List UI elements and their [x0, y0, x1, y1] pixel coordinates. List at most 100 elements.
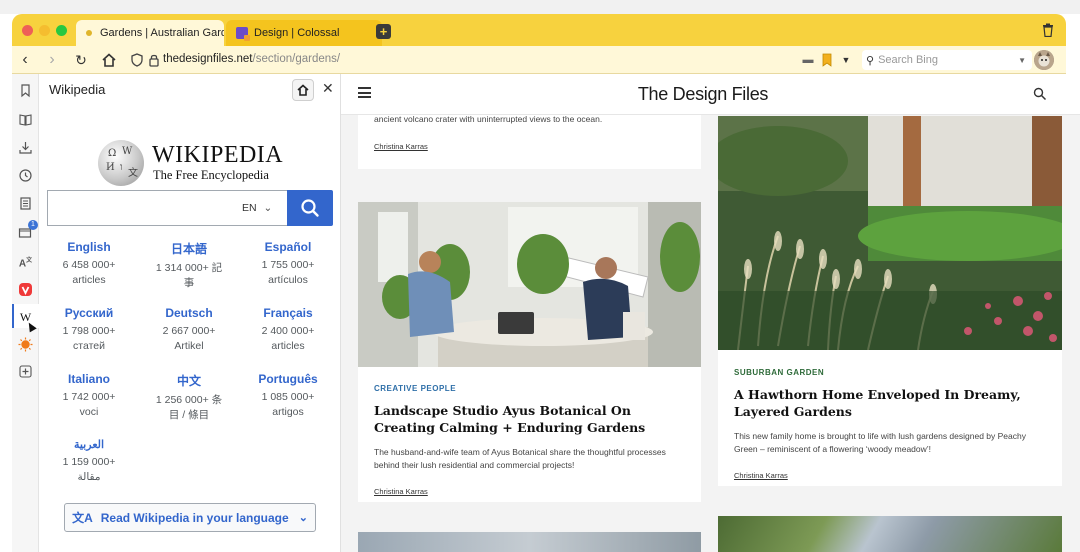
- tab-design-colossal[interactable]: Design | Colossal: [226, 20, 382, 46]
- reader-view-icon[interactable]: ▬: [799, 51, 817, 69]
- article-card[interactable]: [718, 516, 1062, 552]
- lang-chinese[interactable]: 中文 1 256 000+ 条目 / 條目: [141, 372, 237, 423]
- article-card[interactable]: SUBURBAN GARDEN A Hawthorn Home Envelope…: [718, 116, 1062, 486]
- lang-english[interactable]: English 6 458 000+ articles: [41, 240, 137, 288]
- lang-count: 1 742 000+ voci: [62, 391, 116, 418]
- lang-count: 1 159 000+ مقالة: [62, 456, 116, 483]
- lang-spanish[interactable]: Español 1 755 000+ artículos: [240, 240, 336, 288]
- site-header: The Design Files: [341, 74, 1080, 115]
- lang-japanese[interactable]: 日本語 1 314 000+ 記事: [141, 240, 237, 291]
- lang-french[interactable]: Français 2 400 000+ articles: [240, 306, 336, 354]
- tab-gardens[interactable]: Gardens | Australian Garde: [76, 20, 224, 46]
- article-card[interactable]: [358, 532, 701, 552]
- wikipedia-search-button[interactable]: [287, 190, 333, 226]
- minimize-window-button[interactable]: [39, 25, 50, 36]
- studio-photo[interactable]: [358, 202, 701, 367]
- tab-title: Gardens | Australian Garde: [100, 27, 224, 39]
- lang-russian[interactable]: Русский 1 798 000+ статей: [41, 306, 137, 354]
- back-icon[interactable]: ‹: [16, 51, 34, 69]
- lang-name[interactable]: English: [41, 240, 137, 254]
- search-engine-icon: ⚲: [866, 54, 875, 67]
- search-icon: [301, 199, 319, 217]
- reload-icon[interactable]: ↻: [72, 51, 90, 69]
- lang-german[interactable]: Deutsch 2 667 000+ Artikel: [141, 306, 237, 354]
- lang-portuguese[interactable]: Português 1 085 000+ artigos: [240, 372, 336, 420]
- lang-count: 1 755 000+ artículos: [261, 259, 315, 286]
- chevron-down-icon[interactable]: ▼: [837, 51, 855, 69]
- panel-home-button[interactable]: [292, 79, 314, 101]
- lang-count: 2 667 000+ Artikel: [162, 325, 216, 352]
- close-panel-icon[interactable]: ✕: [322, 80, 334, 97]
- article-card[interactable]: CREATIVE PEOPLE Landscape Studio Ayus Bo…: [358, 202, 701, 502]
- card-headline[interactable]: Landscape Studio Ayus Botanical On Creat…: [374, 402, 689, 436]
- lang-name[interactable]: Español: [240, 240, 336, 254]
- web-content: The Design Files ancient volcano crater …: [341, 74, 1080, 552]
- tab-title: Design | Colossal: [254, 27, 340, 39]
- lang-name[interactable]: العربية: [41, 438, 137, 451]
- read-in-your-language-button[interactable]: 文A Read Wikipedia in your language ⌄: [64, 503, 316, 532]
- lang-name[interactable]: 日本語: [141, 240, 237, 257]
- translate-icon[interactable]: A文: [18, 254, 33, 269]
- close-window-button[interactable]: [22, 25, 33, 36]
- lang-name[interactable]: Português: [240, 372, 336, 386]
- card-headline[interactable]: A Hawthorn Home Enveloped In Dreamy, Lay…: [734, 386, 1044, 420]
- history-icon[interactable]: [18, 168, 33, 183]
- cat-avatar-icon: [1034, 50, 1054, 70]
- wikipedia-search: EN ⌄: [47, 190, 333, 226]
- trash-icon[interactable]: [1042, 23, 1054, 37]
- lang-name[interactable]: Italiano: [41, 372, 137, 386]
- lang-name[interactable]: 中文: [141, 372, 237, 389]
- search-icon[interactable]: [1033, 87, 1047, 101]
- lang-name[interactable]: Deutsch: [141, 306, 237, 320]
- read-button-label: Read Wikipedia in your language: [100, 510, 289, 525]
- card-excerpt: This new family home is brought to life …: [734, 431, 1026, 454]
- card-author-link[interactable]: Christina Karras: [374, 142, 428, 151]
- avatar[interactable]: [1034, 50, 1054, 70]
- panel-header: Wikipedia ✕: [39, 74, 341, 106]
- notes-icon[interactable]: [18, 196, 33, 211]
- lang-name[interactable]: Français: [240, 306, 336, 320]
- sun-icon[interactable]: [18, 337, 33, 352]
- wikipedia-panel: Wikipedia ✕ ΩW Иו文 WIKIPEDIA The Free En…: [39, 74, 341, 552]
- url-field[interactable]: thedesignfiles.net/section/gardens/: [163, 53, 340, 65]
- browser-window: Gardens | Australian Garde Design | Colo…: [0, 0, 1080, 552]
- bookmark-toggle-icon[interactable]: [818, 51, 836, 69]
- tab-bar: Gardens | Australian Garde Design | Colo…: [12, 14, 1066, 46]
- card-category[interactable]: CREATIVE PEOPLE: [374, 384, 456, 393]
- chevron-down-icon: ⌄: [263, 202, 273, 214]
- lock-icon: [149, 54, 159, 67]
- site-logo[interactable]: The Design Files: [341, 84, 1065, 105]
- studio-scene-illustration: [358, 202, 701, 367]
- url-path: /section/gardens/: [252, 53, 341, 65]
- home-icon[interactable]: [100, 51, 118, 69]
- search-field[interactable]: ⚲ Search Bing ▼: [862, 50, 1032, 70]
- lang-arabic[interactable]: العربية 1 159 000+ مقالة: [41, 438, 137, 485]
- downloads-icon[interactable]: [18, 140, 33, 155]
- shield-icon[interactable]: [128, 51, 146, 69]
- wikipedia-wordmark: WIKIPEDIA: [152, 142, 284, 168]
- lang-italian[interactable]: Italiano 1 742 000+ voci: [41, 372, 137, 420]
- article-photo[interactable]: [718, 516, 1062, 552]
- reading-list-icon[interactable]: [18, 112, 33, 127]
- add-panel-icon[interactable]: [18, 364, 33, 379]
- lang-count: 1 256 000+ 条目 / 條目: [155, 394, 223, 421]
- bookmark-icon[interactable]: [18, 83, 33, 98]
- maximize-window-button[interactable]: [56, 25, 67, 36]
- vivaldi-icon[interactable]: [18, 282, 33, 297]
- search-language-value: EN: [242, 202, 257, 214]
- lang-name[interactable]: Русский: [41, 306, 137, 320]
- chevron-down-icon: ⌄: [298, 512, 308, 524]
- search-language-select[interactable]: EN ⌄: [242, 202, 272, 214]
- article-photo[interactable]: [358, 532, 701, 552]
- card-author-link[interactable]: Christina Karras: [374, 487, 428, 496]
- garden-photo[interactable]: [718, 116, 1062, 350]
- lang-count: 1 085 000+ artigos: [261, 391, 315, 418]
- forward-icon[interactable]: ›: [43, 51, 61, 69]
- card-category[interactable]: SUBURBAN GARDEN: [734, 368, 824, 377]
- search-chevron-icon[interactable]: ▼: [1018, 56, 1026, 65]
- home-icon: [297, 84, 309, 96]
- top-strip: [0, 0, 1080, 14]
- wikipedia-tagline: The Free Encyclopedia: [153, 168, 269, 182]
- new-tab-button[interactable]: +: [376, 24, 391, 39]
- card-author-link[interactable]: Christina Karras: [734, 471, 788, 480]
